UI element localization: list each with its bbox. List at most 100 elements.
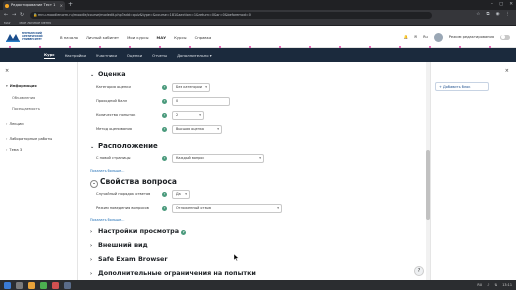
close-window-icon[interactable]: ✕ — [509, 1, 513, 9]
show-more-link[interactable]: Показать больше... — [90, 218, 124, 222]
chevron-down-icon: ⌄ — [90, 72, 95, 78]
grade-category-select[interactable]: Без категории — [172, 83, 210, 92]
app-icon[interactable] — [52, 281, 59, 289]
reload-icon[interactable]: ↻ — [20, 10, 24, 20]
user-avatar[interactable] — [433, 32, 443, 42]
help-icon[interactable]: ? — [162, 99, 167, 104]
chevron-right-icon: › — [90, 243, 93, 249]
show-more-link[interactable]: Показать больше... — [90, 169, 124, 173]
tab-settings[interactable]: Настройки — [65, 53, 86, 58]
star-icon[interactable]: ☆ — [476, 10, 480, 20]
chevron-down-icon: ⌄ — [90, 180, 98, 188]
taskbar-apps — [0, 281, 71, 289]
section-header-appearance[interactable]: › Внешний вид — [90, 241, 148, 249]
nav-home[interactable]: В начало — [60, 35, 78, 40]
course-section-label: Информация — [9, 84, 37, 88]
start-menu-icon[interactable] — [4, 281, 11, 289]
url-field[interactable]: 🔒 mnu.moodlenorm.ru/moodle/course/modedi… — [30, 11, 432, 19]
section-header-question[interactable]: ⌄ Свойства вопроса — [90, 177, 177, 188]
shuffle-answers-select[interactable]: Да — [172, 190, 190, 199]
section-header-grade[interactable]: ⌄ Оценка — [90, 70, 126, 78]
new-page-select[interactable]: Каждый вопрос — [172, 154, 264, 163]
nav-dashboard[interactable]: Личный кабинет — [86, 35, 119, 40]
tab-reports[interactable]: Отчеты — [152, 53, 167, 58]
add-block-button[interactable]: + Добавить блок — [435, 82, 489, 91]
help-icon[interactable]: ? — [162, 127, 167, 132]
section-title: Расположение — [98, 142, 158, 150]
site-header: МУРМАНСКИЙ АРКТИЧЕСКИЙ УНИВЕРСИТЕТ В нач… — [0, 26, 516, 48]
browser-tab[interactable]: Редактирование Тест 1 × — [3, 1, 65, 10]
close-drawer-icon[interactable]: × — [5, 68, 9, 74]
course-section[interactable]: › Тема 3 — [6, 148, 22, 152]
tab-more[interactable]: Дополнительно ▾ — [177, 53, 212, 58]
messages-icon[interactable]: ✉ — [414, 35, 417, 39]
section-header-layout[interactable]: ⌄ Расположение — [90, 142, 158, 150]
chevron-right-icon: › — [90, 257, 93, 263]
attempts-select[interactable]: 2 — [172, 111, 204, 120]
question-behaviour-select[interactable]: Отложенный отзыв — [172, 204, 282, 213]
keyboard-layout[interactable]: RU — [477, 280, 482, 290]
back-icon[interactable]: ← — [4, 10, 8, 20]
field-label: Проходной балл — [96, 99, 128, 103]
file-manager-icon[interactable] — [16, 281, 23, 289]
section-header-review[interactable]: › Настройки просмотра ? — [90, 227, 187, 235]
university-logo[interactable]: МУРМАНСКИЙ АРКТИЧЕСКИЙ УНИВЕРСИТЕТ — [6, 31, 56, 43]
profile-icon[interactable]: ◉ — [496, 10, 500, 20]
app-icon[interactable] — [40, 281, 47, 289]
app-icon[interactable] — [64, 281, 71, 289]
pass-grade-input[interactable]: 0 — [172, 97, 230, 106]
lock-icon: 🔒 — [33, 12, 38, 17]
help-icon[interactable]: ? — [162, 192, 167, 197]
browser-app-icon[interactable] — [28, 281, 35, 289]
browser-tab-bar: Редактирование Тест 1 × + – ▢ ✕ — [0, 0, 516, 10]
tab-grades[interactable]: Оценки — [127, 53, 142, 58]
course-section[interactable]: ▾ Информация — [6, 84, 37, 88]
extensions-icon[interactable]: ⧉ — [486, 10, 489, 20]
page-help-button[interactable]: ? — [414, 266, 424, 276]
close-drawer-icon[interactable]: × — [505, 68, 509, 74]
nav-courses[interactable]: Курсы — [174, 35, 186, 40]
section-title: Свойства вопроса — [100, 177, 177, 186]
notifications-icon[interactable]: 🔔 — [404, 35, 408, 39]
course-section[interactable]: › Лабораторные работы — [6, 137, 52, 141]
volume-icon[interactable]: ♪ — [487, 280, 489, 290]
course-activity[interactable]: Объявления — [12, 96, 35, 100]
clock[interactable]: 13:11 — [502, 280, 512, 290]
favicon-icon — [5, 3, 9, 8]
field-label: Метод оценивания — [96, 127, 132, 131]
bookmark-item[interactable]: МАУ — [4, 21, 10, 25]
course-section[interactable]: › Лекции — [6, 122, 24, 126]
help-icon[interactable]: ? — [162, 156, 167, 161]
nav-mau[interactable]: МАУ — [156, 35, 166, 40]
nav-my-courses[interactable]: Мои курсы — [127, 35, 148, 40]
help-icon[interactable]: ? — [162, 206, 167, 211]
forward-icon[interactable]: → — [12, 10, 16, 20]
tab-participants[interactable]: Участники — [96, 53, 117, 58]
section-header-seb[interactable]: › Safe Exam Browser — [90, 255, 168, 263]
os-taskbar: RU ♪ ⇅ 13:11 — [0, 280, 516, 290]
section-title: Настройки просмотра — [98, 227, 180, 235]
section-title: Внешний вид — [98, 241, 148, 249]
section-header-restrictions[interactable]: › Дополнительные ограничения на попытки — [90, 269, 256, 277]
mouse-cursor-icon — [234, 254, 239, 261]
help-icon[interactable]: ? — [162, 85, 167, 90]
url-text: mnu.moodlenorm.ru/moodle/course/modedit.… — [38, 12, 251, 17]
new-tab-icon[interactable]: + — [68, 1, 73, 9]
help-icon[interactable]: ? — [162, 113, 167, 118]
help-icon[interactable]: ? — [181, 230, 187, 235]
language-menu[interactable]: Ru — [423, 35, 428, 39]
edit-mode-toggle[interactable] — [500, 34, 510, 40]
tab-course[interactable]: Курс — [44, 52, 55, 59]
logo-mark-icon — [6, 34, 20, 42]
nav-help[interactable]: Справка — [195, 35, 212, 40]
maximize-icon[interactable]: ▢ — [499, 1, 503, 9]
bookmark-item[interactable]: МОЕ ЛИЧНОЕ МЕНЮ — [19, 21, 51, 25]
minimize-icon[interactable]: – — [491, 1, 493, 9]
header-actions: 🔔 ✉ Ru Режим редактирования — [404, 26, 510, 48]
browser-menu-icon[interactable]: ⋮ — [506, 10, 511, 20]
close-tab-icon[interactable]: × — [60, 1, 63, 10]
section-title: Дополнительные ограничения на попытки — [98, 269, 256, 277]
course-activity[interactable]: Посещаемость — [12, 107, 40, 111]
grading-method-select[interactable]: Высшая оценка — [172, 125, 222, 134]
network-icon[interactable]: ⇅ — [494, 280, 497, 290]
